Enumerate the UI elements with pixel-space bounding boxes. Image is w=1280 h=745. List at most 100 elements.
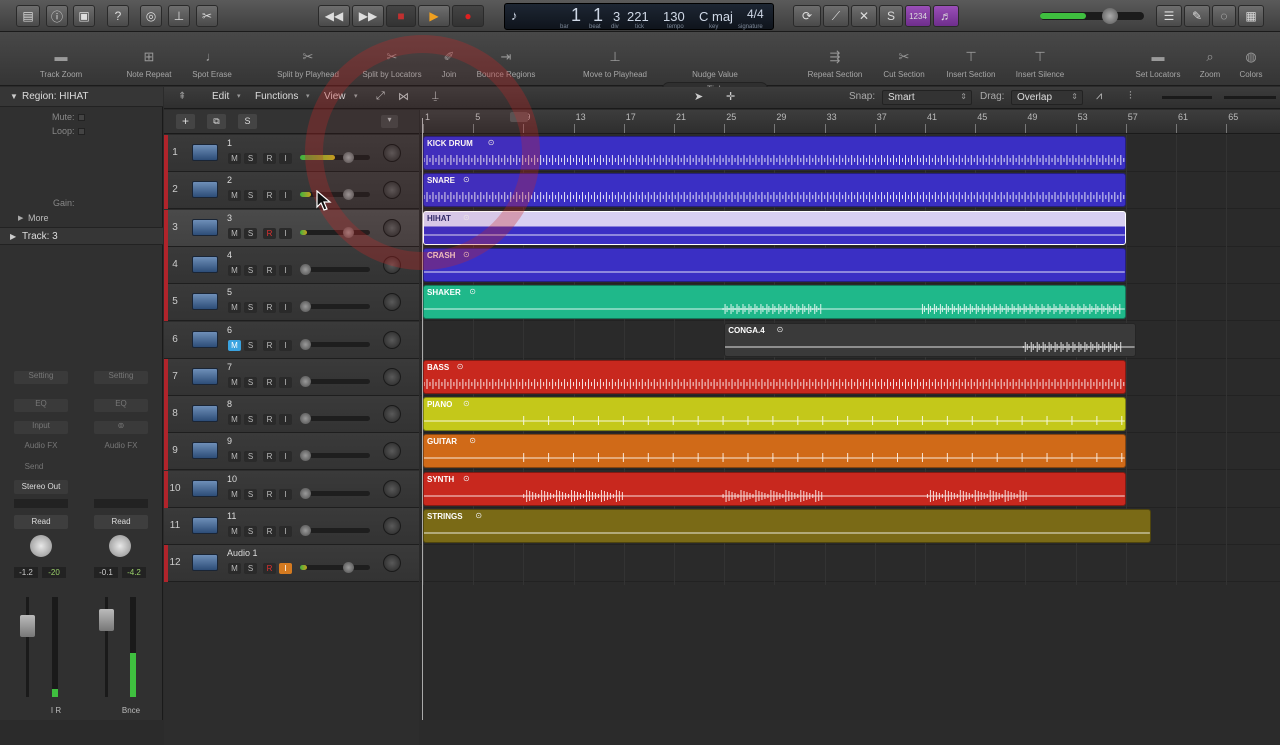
library-icon[interactable]: ▤ — [16, 5, 40, 27]
mute-button[interactable]: M — [228, 339, 241, 351]
record-enable-button[interactable]: R — [263, 376, 276, 388]
horizontal-zoom-slider[interactable] — [1224, 96, 1276, 99]
waveform-zoom-icon[interactable]: ⩘ — [1096, 90, 1102, 103]
solo-button[interactable]: S — [244, 451, 257, 463]
pan-knob[interactable] — [383, 442, 401, 461]
pan-knob[interactable] — [383, 405, 401, 424]
strip1-send[interactable]: Send — [14, 462, 54, 471]
input-monitor-button[interactable]: I — [279, 264, 292, 276]
duplicate-track-icon[interactable]: ⧉ — [207, 114, 226, 129]
vertical-zoom-icon[interactable]: ⫶ — [1129, 90, 1132, 103]
link-icon[interactable]: ⊚ — [94, 421, 148, 434]
record-icon[interactable]: ● — [452, 5, 484, 27]
track-name[interactable]: 2 — [227, 175, 232, 185]
solo-button[interactable]: S — [244, 153, 257, 164]
functions-menu[interactable]: Functions — [255, 91, 298, 102]
smart-controls-icon[interactable]: ◎ — [140, 5, 162, 27]
mute-button[interactable]: M — [228, 227, 241, 239]
arrange-area[interactable]: KICK DRUM ⊙ SNARE ⊙ HIHAT ⊙ CRASH ⊙ SHAKER ⊙ CONGA… — [420, 135, 1280, 720]
track-header[interactable]: 11 11 M S R I — [164, 508, 419, 545]
split-playhead-icon[interactable]: ✂ — [299, 50, 317, 63]
solo-icon[interactable]: S — [879, 5, 903, 27]
volume-fader[interactable] — [300, 263, 370, 275]
mute-button[interactable]: M — [228, 190, 241, 202]
pan-knob[interactable] — [383, 479, 401, 498]
strip1-fader-handle[interactable] — [20, 615, 35, 637]
strip2-eq-button[interactable]: EQ — [94, 399, 148, 412]
volume-fader[interactable] — [300, 413, 370, 425]
fader-knob[interactable] — [300, 413, 311, 425]
input-monitor-button[interactable]: I — [279, 451, 292, 463]
insert-silence-icon[interactable]: ⊤ — [1031, 50, 1049, 63]
track-header[interactable]: 6 6 MSRI — [164, 321, 419, 359]
strip1-group-slot[interactable] — [14, 499, 68, 508]
record-enable-button[interactable]: R — [263, 153, 276, 164]
master-volume-slider[interactable] — [1040, 8, 1144, 24]
strip1-output-button[interactable]: Stereo Out — [14, 480, 68, 494]
repeat-section-label[interactable]: Repeat Section — [795, 70, 875, 79]
strip1-eq-button[interactable]: EQ — [14, 399, 68, 412]
bounce-regions-icon[interactable]: ⇥ — [497, 50, 515, 63]
edit-menu[interactable]: Edit — [212, 91, 229, 102]
zoom-icon[interactable]: ⌕ — [1201, 50, 1219, 63]
track-zoom-icon[interactable]: ▬ — [52, 50, 70, 63]
strip1-fader-track[interactable] — [26, 597, 29, 697]
disclosure-open-icon[interactable]: ▼ — [10, 92, 18, 101]
spot-erase-icon[interactable]: ♩ — [203, 50, 221, 63]
mixer-icon[interactable]: ⊥ — [168, 5, 190, 27]
pointer-tool-icon[interactable]: ➤ — [694, 90, 703, 103]
more-label[interactable]: More — [28, 213, 49, 223]
fader-knob[interactable] — [300, 338, 311, 350]
input-monitor-button[interactable]: I — [279, 526, 292, 537]
solo-button[interactable]: S — [244, 190, 257, 202]
set-locators-icon[interactable]: ▬ — [1149, 50, 1167, 63]
fader-knob[interactable] — [300, 301, 311, 313]
play-icon[interactable]: ▶ — [418, 5, 450, 27]
region-inspector-header[interactable]: ▼ Region: HIHAT — [0, 87, 163, 107]
track-header[interactable]: 10 10 M S R I — [164, 470, 419, 508]
mute-button[interactable]: M — [228, 376, 241, 388]
track-name[interactable]: 11 — [227, 511, 236, 521]
input-monitor-button[interactable]: I — [279, 414, 292, 426]
solo-button[interactable]: S — [244, 339, 257, 351]
insert-silence-label[interactable]: Insert Silence — [1000, 70, 1080, 79]
volume-fader[interactable] — [300, 375, 370, 387]
track-name[interactable]: 8 — [227, 399, 232, 409]
count-in-button[interactable]: 1234 — [905, 5, 931, 27]
track-name[interactable]: 6 — [227, 325, 232, 335]
strip1-pan-knob[interactable] — [30, 535, 52, 557]
repeat-section-icon[interactable]: ⇶ — [826, 50, 844, 63]
mute-button[interactable]: M — [228, 264, 241, 276]
mute-button[interactable]: M — [228, 153, 241, 164]
input-monitor-button[interactable]: I — [279, 488, 292, 500]
audio-region[interactable]: STRINGS ⊙ — [423, 509, 1151, 543]
vertical-zoom-slider[interactable] — [1162, 96, 1212, 99]
list-editors-icon[interactable]: ☰ — [1156, 5, 1182, 27]
strip2-pan-knob[interactable] — [109, 535, 131, 557]
pan-knob[interactable] — [383, 367, 401, 386]
track-name[interactable]: 9 — [227, 436, 232, 446]
track-name[interactable]: 5 — [227, 287, 232, 297]
track-inspector-header[interactable]: ▶ Track: 3 — [0, 227, 163, 245]
input-monitor-button[interactable]: I — [279, 339, 292, 351]
loop-checkbox[interactable] — [78, 128, 85, 135]
mute-button[interactable]: M — [228, 488, 241, 500]
fader-knob[interactable] — [300, 375, 311, 387]
fader-knob[interactable] — [300, 263, 311, 275]
mute-button[interactable]: M — [228, 302, 241, 314]
track-lane[interactable] — [420, 545, 1280, 583]
back-icon[interactable]: ⇞ — [178, 91, 186, 102]
spot-erase-label[interactable]: Spot Erase — [172, 70, 252, 79]
disclosure-closed-icon[interactable]: ▶ — [10, 232, 16, 241]
loop-browser-icon[interactable]: ◌ — [1212, 5, 1236, 27]
rewind-icon[interactable]: ◀◀ — [318, 5, 350, 27]
colors-label[interactable]: Colors — [1211, 70, 1280, 79]
strip1-audio-fx[interactable]: Audio FX — [14, 441, 68, 450]
browser-icon[interactable]: ▦ — [1238, 5, 1264, 27]
secondary-tool-icon[interactable]: ✛ — [726, 90, 735, 103]
solo-button[interactable]: S — [244, 376, 257, 388]
fader-knob[interactable] — [300, 450, 311, 462]
input-monitor-button[interactable]: I — [279, 563, 292, 575]
strip1-setting-button[interactable]: Setting — [14, 371, 68, 384]
strip2-group-slot[interactable] — [94, 499, 148, 508]
